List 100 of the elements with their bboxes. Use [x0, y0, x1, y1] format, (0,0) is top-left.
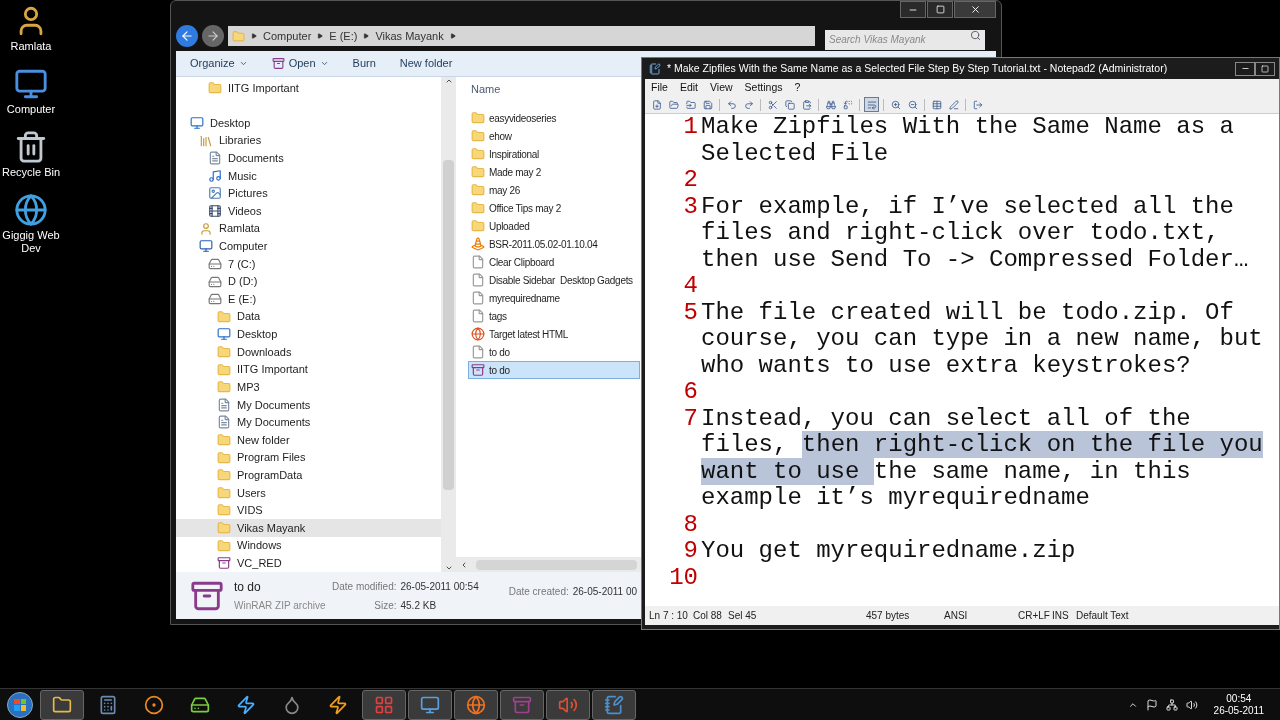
- file-row[interactable]: Made may 2: [468, 163, 640, 181]
- field-value: 26-05-2011 00: [572, 585, 638, 599]
- lightning-icon: [236, 694, 256, 715]
- file-row[interactable]: Office Tips may 2: [468, 199, 640, 217]
- tree-item[interactable]: IITG Important: [176, 360, 441, 379]
- tree-item[interactable]: VIDS: [176, 501, 441, 520]
- tree-item[interactable]: MP3: [176, 378, 441, 396]
- breadcrumb-item[interactable]: E (E:): [329, 27, 358, 45]
- desktop-icon-label: Giggig Web Dev: [1, 229, 61, 255]
- address-bar[interactable]: Computer E (E:) Vikas Mayank: [228, 26, 815, 46]
- tree-item[interactable]: New folder: [176, 431, 441, 449]
- toolbar-button[interactable]: [782, 97, 797, 112]
- archive-icon: [512, 694, 532, 715]
- toolbar-button[interactable]: Organize: [190, 55, 248, 72]
- file-row[interactable]: easyvideoseries: [468, 109, 640, 127]
- tree-item[interactable]: Windows: [176, 536, 441, 555]
- toolbar-button[interactable]: Open: [271, 55, 329, 72]
- tree-item[interactable]: E (E:): [176, 290, 441, 308]
- tree-item[interactable]: 7 (C:): [176, 255, 441, 273]
- file-row[interactable]: Clear Clipboard: [468, 253, 640, 271]
- file-row[interactable]: BSR-2011.05.02-01.10.04: [468, 235, 640, 253]
- menu-item[interactable]: Settings: [744, 79, 783, 96]
- back-button[interactable]: [176, 25, 198, 47]
- tree-item[interactable]: IITG Important: [176, 79, 441, 97]
- line-number: 1: [682, 114, 699, 141]
- monitor-icon: [420, 694, 440, 715]
- tree-item[interactable]: Music: [176, 167, 441, 185]
- clock[interactable]: 00:54 26-05-2011: [1213, 692, 1264, 717]
- text-line: Selected File: [701, 140, 889, 167]
- tree-item[interactable]: Data: [176, 307, 441, 326]
- taskbar-button[interactable]: [454, 689, 498, 720]
- taskbar-button[interactable]: [408, 689, 452, 720]
- tree-item[interactable]: Videos: [176, 202, 441, 220]
- tree-item[interactable]: Libraries: [176, 131, 441, 150]
- file-name: to do: [234, 579, 262, 596]
- arrow-right-icon: [206, 29, 220, 43]
- file-row[interactable]: tags: [468, 307, 640, 325]
- forward-button[interactable]: [202, 25, 224, 47]
- globe-icon: [471, 327, 485, 341]
- tree-item[interactable]: Computer: [176, 237, 441, 256]
- taskbar-button[interactable]: [40, 689, 84, 720]
- globe-icon[interactable]: [14, 193, 48, 227]
- tree-item[interactable]: Users: [176, 484, 441, 502]
- tree-item[interactable]: VC_RED: [176, 554, 441, 572]
- tree-item[interactable]: Documents: [176, 149, 441, 168]
- tree-item[interactable]: Downloads: [176, 343, 441, 361]
- search-field[interactable]: Search Vikas Mayank: [825, 29, 985, 50]
- file-row[interactable]: to do: [468, 361, 640, 379]
- chevron-icon: [251, 33, 257, 39]
- maximize-button[interactable]: [1255, 61, 1275, 76]
- file-row[interactable]: ehow: [468, 127, 640, 145]
- taskbar-button[interactable]: [362, 689, 406, 720]
- file-row[interactable]: to do: [468, 343, 640, 361]
- scrollbar[interactable]: [441, 77, 456, 572]
- file-row[interactable]: Inspirational: [468, 145, 640, 163]
- text-line: example it’s myrequiredname: [701, 485, 1090, 512]
- minimize-button[interactable]: [900, 1, 926, 18]
- tree-item[interactable]: My Documents: [176, 413, 441, 432]
- tree-item[interactable]: Program Files: [176, 448, 441, 467]
- scroll-down-icon: [444, 564, 453, 572]
- bin-icon[interactable]: [14, 130, 48, 164]
- maximize-button[interactable]: [927, 1, 953, 18]
- file-row[interactable]: may 26: [468, 181, 640, 199]
- breadcrumb-item[interactable]: Vikas Mayank: [375, 27, 444, 45]
- file-row[interactable]: Target latest HTML: [468, 325, 640, 343]
- flag-icon[interactable]: [1145, 698, 1158, 711]
- tree-item[interactable]: ProgramData: [176, 466, 441, 484]
- document-icon: [208, 151, 222, 166]
- tree-item[interactable]: Vikas Mayank: [176, 519, 441, 537]
- menu-item[interactable]: View: [710, 79, 733, 96]
- line-number: 5: [682, 299, 699, 326]
- menu-item[interactable]: Edit: [679, 79, 698, 96]
- network-icon[interactable]: [1165, 698, 1178, 711]
- taskbar-button[interactable]: [546, 689, 590, 720]
- toolbar-button[interactable]: [946, 97, 961, 112]
- line-number: 10: [668, 564, 699, 591]
- taskbar-button[interactable]: [592, 689, 636, 720]
- file-row[interactable]: Uploaded: [468, 217, 640, 235]
- folder-icon: [217, 309, 231, 324]
- file-row[interactable]: Disable Sidebar Desktop Gadgets: [468, 271, 640, 289]
- tree-item[interactable]: Pictures: [176, 184, 441, 203]
- file-row[interactable]: myrequiredname: [468, 289, 640, 307]
- minimize-button[interactable]: [1235, 61, 1255, 76]
- tree-item[interactable]: Desktop: [176, 114, 441, 132]
- redo-icon: [743, 99, 754, 110]
- computer-icon[interactable]: [14, 67, 48, 101]
- breadcrumb-item[interactable]: Computer: [263, 27, 312, 45]
- tree-item[interactable]: D (D:): [176, 272, 441, 291]
- column-header[interactable]: Name: [468, 81, 501, 97]
- scrollbar[interactable]: [456, 557, 641, 572]
- speaker-icon[interactable]: [1185, 698, 1198, 711]
- toolbar-button[interactable]: New folder: [399, 55, 453, 72]
- menu-item[interactable]: ?: [794, 79, 801, 96]
- tree-item[interactable]: Desktop: [176, 325, 441, 344]
- tree-item[interactable]: My Documents: [176, 395, 441, 414]
- toolbar-button[interactable]: [864, 97, 879, 112]
- toolbar-button[interactable]: Burn: [352, 55, 376, 72]
- folder-icon: [471, 201, 485, 215]
- menu-item[interactable]: File: [651, 79, 668, 96]
- tree-item[interactable]: Ramlata: [176, 219, 441, 238]
